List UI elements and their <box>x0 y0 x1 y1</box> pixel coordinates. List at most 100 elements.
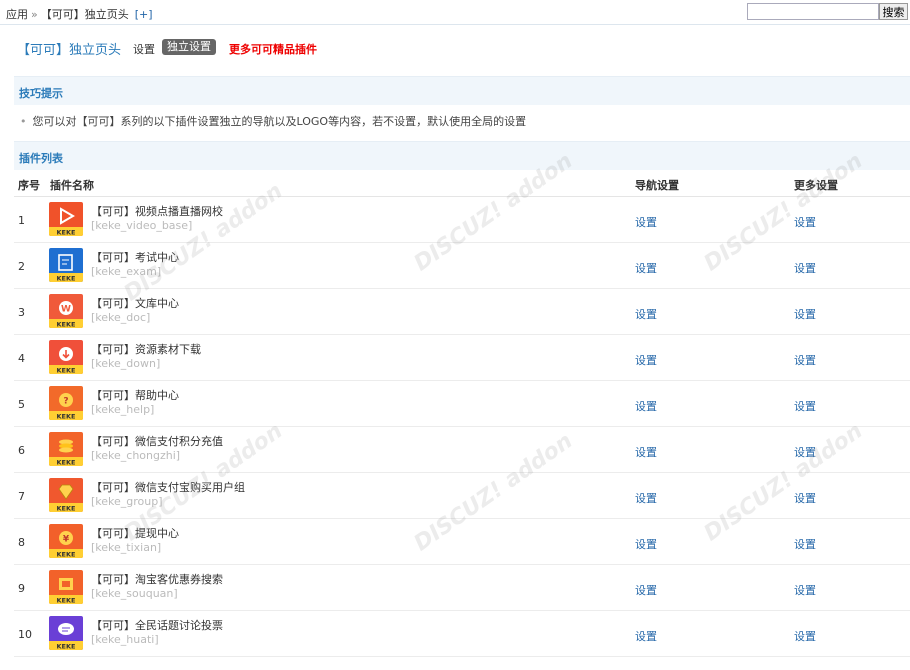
nav-settings-link[interactable]: 设置 <box>635 490 657 506</box>
plugin-name: 【可可】全民话题讨论投票 <box>91 619 223 632</box>
svg-text:¥: ¥ <box>63 535 70 545</box>
row-index: 4 <box>18 352 25 365</box>
column-name: 插件名称 <box>50 179 94 192</box>
more-settings-link[interactable]: 设置 <box>794 582 816 598</box>
table-row: 5? KEKE 【可可】帮助中心 [keke_help] 设置 设置 <box>14 381 910 427</box>
row-index: 3 <box>18 306 25 319</box>
row-index: 9 <box>18 582 25 595</box>
yen-icon: ¥ KEKE <box>49 524 83 558</box>
svg-text:KEKE: KEKE <box>57 229 76 237</box>
more-settings-link[interactable]: 设置 <box>794 398 816 414</box>
more-settings-link[interactable]: 设置 <box>794 536 816 552</box>
plugin-identifier: [keke_exam] <box>91 265 162 278</box>
tips-title: 技巧提示 <box>19 87 63 100</box>
table-row: 9 KEKE 【可可】淘宝客优惠券搜索 [keke_souquan] 设置 设置 <box>14 565 910 611</box>
more-settings-link[interactable]: 设置 <box>794 214 816 230</box>
row-index: 5 <box>18 398 25 411</box>
nav-settings-link[interactable]: 设置 <box>635 444 657 460</box>
plugin-name: 【可可】淘宝客优惠券搜索 <box>91 573 223 586</box>
more-plugins-link[interactable]: 更多可可精品插件 <box>229 41 317 57</box>
play-icon: KEKE <box>49 202 83 236</box>
nav-settings-link[interactable]: 设置 <box>635 398 657 414</box>
row-index: 1 <box>18 214 25 227</box>
more-settings-link[interactable]: 设置 <box>794 490 816 506</box>
table-row: 3 W KEKE 【可可】文库中心 [keke_doc] 设置 设置 <box>14 289 910 335</box>
more-settings-link[interactable]: 设置 <box>794 352 816 368</box>
plugin-name: 【可可】考试中心 <box>91 251 179 264</box>
svg-text:KEKE: KEKE <box>57 551 76 559</box>
plugin-identifier: [keke_down] <box>91 357 161 370</box>
svg-text:KEKE: KEKE <box>57 459 76 467</box>
svg-text:W: W <box>61 305 71 315</box>
plugin-identifier: [keke_help] <box>91 403 155 416</box>
plugin-identifier: [keke_tixian] <box>91 541 162 554</box>
more-settings-link[interactable]: 设置 <box>794 306 816 322</box>
search-button[interactable]: 搜索 <box>879 3 908 20</box>
table-row: 4 KEKE 【可可】资源素材下载 [keke_down] 设置 设置 <box>14 335 910 381</box>
svg-text:KEKE: KEKE <box>57 597 76 605</box>
tab-independent-settings[interactable]: 独立设置 <box>162 39 216 55</box>
diamond-icon: KEKE <box>49 478 83 512</box>
breadcrumb-app[interactable]: 应用 <box>6 8 28 21</box>
page-title: 【可可】独立页头 <box>17 43 122 58</box>
download-icon: KEKE <box>49 340 83 374</box>
plugin-identifier: [keke_doc] <box>91 311 151 324</box>
plugin-name: 【可可】微信支付宝购买用户组 <box>91 481 245 494</box>
plugin-name: 【可可】文库中心 <box>91 297 179 310</box>
nav-settings-link[interactable]: 设置 <box>635 582 657 598</box>
plugin-identifier: [keke_video_base] <box>91 219 193 232</box>
tips-text: 您可以对【可可】系列的以下插件设置独立的导航以及LOGO等内容，若不设置，默认使… <box>32 115 527 128</box>
breadcrumb-current: 【可可】独立页头 <box>40 8 129 21</box>
column-nav: 导航设置 <box>635 179 679 192</box>
table-row: 8 ¥ KEKE 【可可】提现中心 [keke_tixian] 设置 设置 <box>14 519 910 565</box>
table-row: 1 KEKE 【可可】视频点播直播网校 [keke_video_base] 设置 设置 <box>14 197 910 243</box>
coupon-icon: KEKE <box>49 570 83 604</box>
row-index: 2 <box>18 260 25 273</box>
svg-text:KEKE: KEKE <box>57 275 76 283</box>
plugin-identifier: [keke_souquan] <box>91 587 178 600</box>
top-bar: 应用» 【可可】独立页头 [+] 搜索 <box>0 0 910 25</box>
plugin-list-header: 插件列表 <box>14 141 910 170</box>
column-index: 序号 <box>18 179 40 192</box>
nav-settings-link[interactable]: 设置 <box>635 536 657 552</box>
row-index: 10 <box>18 628 32 641</box>
svg-text:KEKE: KEKE <box>57 413 76 421</box>
column-more: 更多设置 <box>794 179 838 192</box>
add-favorite-link[interactable]: [+] <box>135 8 153 21</box>
breadcrumb-separator: » <box>31 8 38 21</box>
help-icon: ? KEKE <box>49 386 83 420</box>
nav-settings-link[interactable]: 设置 <box>635 214 657 230</box>
table-row: 2 KEKE 【可可】考试中心 [keke_exam] 设置 设置 <box>14 243 910 289</box>
plugin-name: 【可可】帮助中心 <box>91 389 179 402</box>
nav-settings-link[interactable]: 设置 <box>635 260 657 276</box>
tips-section-header: 技巧提示 <box>14 76 910 105</box>
svg-text:KEKE: KEKE <box>57 367 76 375</box>
svg-text:KEKE: KEKE <box>57 643 76 651</box>
nav-settings-link[interactable]: 设置 <box>635 352 657 368</box>
more-settings-link[interactable]: 设置 <box>794 260 816 276</box>
svg-text:KEKE: KEKE <box>57 505 76 513</box>
exam-icon: KEKE <box>49 248 83 282</box>
plugin-name: 【可可】资源素材下载 <box>91 343 201 356</box>
breadcrumb: 应用» 【可可】独立页头 [+] <box>6 6 153 22</box>
row-index: 7 <box>18 490 25 503</box>
plugin-list-title: 插件列表 <box>19 152 63 165</box>
table-row: 10 KEKE 【可可】全民话题讨论投票 [keke_huati] 设置 设置 <box>14 611 910 657</box>
svg-text:KEKE: KEKE <box>57 321 76 329</box>
more-settings-link[interactable]: 设置 <box>794 444 816 460</box>
nav-settings-link[interactable]: 设置 <box>635 306 657 322</box>
coins-icon: KEKE <box>49 432 83 466</box>
chat-icon: KEKE <box>49 616 83 650</box>
search-input[interactable] <box>747 3 879 20</box>
nav-settings-link[interactable]: 设置 <box>635 628 657 644</box>
plugin-identifier: [keke_group] <box>91 495 163 508</box>
plugin-name: 【可可】提现中心 <box>91 527 179 540</box>
tips-text-line: • 您可以对【可可】系列的以下插件设置独立的导航以及LOGO等内容，若不设置，默认… <box>20 113 526 129</box>
svg-text:?: ? <box>63 397 68 407</box>
plugin-identifier: [keke_chongzhi] <box>91 449 181 462</box>
plugin-identifier: [keke_huati] <box>91 633 159 646</box>
more-settings-link[interactable]: 设置 <box>794 628 816 644</box>
tab-settings[interactable]: 设置 <box>133 41 155 57</box>
table-row: 6 KEKE 【可可】微信支付积分充值 [keke_chongzhi] 设置 设置 <box>14 427 910 473</box>
bullet-icon: • <box>20 115 27 128</box>
